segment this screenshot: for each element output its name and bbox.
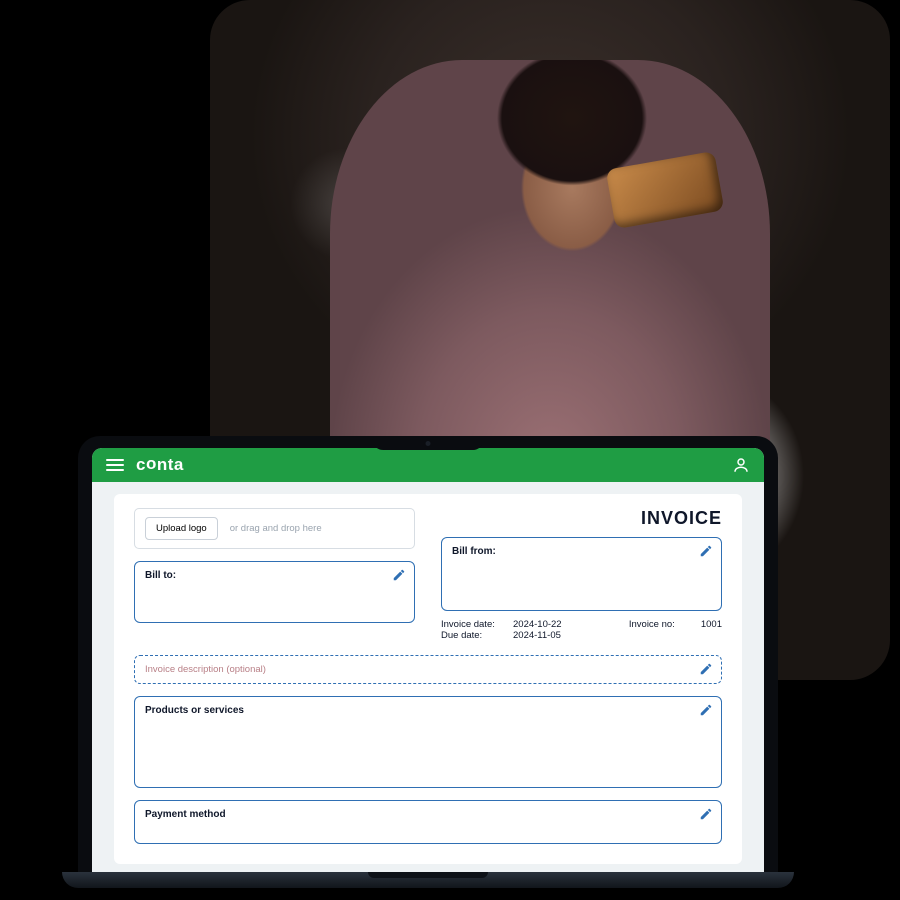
user-icon[interactable]: [732, 456, 750, 474]
upload-hint: or drag and drop here: [230, 523, 322, 534]
pencil-icon[interactable]: [699, 662, 713, 676]
products-label: Products or services: [145, 705, 244, 716]
invoice-title: INVOICE: [441, 508, 722, 529]
description-placeholder: Invoice description (optional): [145, 664, 266, 675]
logo-upload[interactable]: Upload logo or drag and drop here: [134, 508, 415, 549]
due-date-label: Due date:: [441, 630, 503, 641]
payment-label: Payment method: [145, 809, 226, 820]
invoice-meta: Invoice date: 2024-10-22 Due date: 2024-11…: [441, 619, 722, 641]
brand-logo[interactable]: conta: [136, 455, 184, 475]
invoice-date-label: Invoice date:: [441, 619, 503, 630]
invoice-page: Upload logo or drag and drop here Bill t…: [114, 494, 742, 864]
invoice-no-label: Invoice no:: [629, 619, 691, 630]
invoice-no-value: 1001: [701, 619, 722, 630]
pencil-icon[interactable]: [699, 807, 713, 821]
bill-to-panel[interactable]: Bill to:: [134, 561, 415, 623]
products-panel[interactable]: Products or services: [134, 696, 722, 788]
upload-logo-button[interactable]: Upload logo: [145, 517, 218, 540]
invoice-description-input[interactable]: Invoice description (optional): [134, 655, 722, 684]
payment-panel[interactable]: Payment method: [134, 800, 722, 844]
bill-to-label: Bill to:: [145, 570, 176, 581]
pencil-icon[interactable]: [699, 703, 713, 717]
app-topbar: conta: [92, 448, 764, 482]
laptop-notch: [373, 436, 483, 450]
due-date-value: 2024-11-05: [513, 630, 561, 641]
laptop-screen: conta Upload logo or drag and drop here: [92, 448, 764, 876]
invoice-date-value: 2024-10-22: [513, 619, 562, 630]
pencil-icon[interactable]: [699, 544, 713, 558]
laptop-base: [62, 872, 794, 888]
bill-from-label: Bill from:: [452, 546, 496, 557]
pencil-icon[interactable]: [392, 568, 406, 582]
bill-from-panel[interactable]: Bill from:: [441, 537, 722, 611]
menu-icon[interactable]: [106, 459, 124, 471]
laptop-frame: conta Upload logo or drag and drop here: [78, 436, 778, 876]
